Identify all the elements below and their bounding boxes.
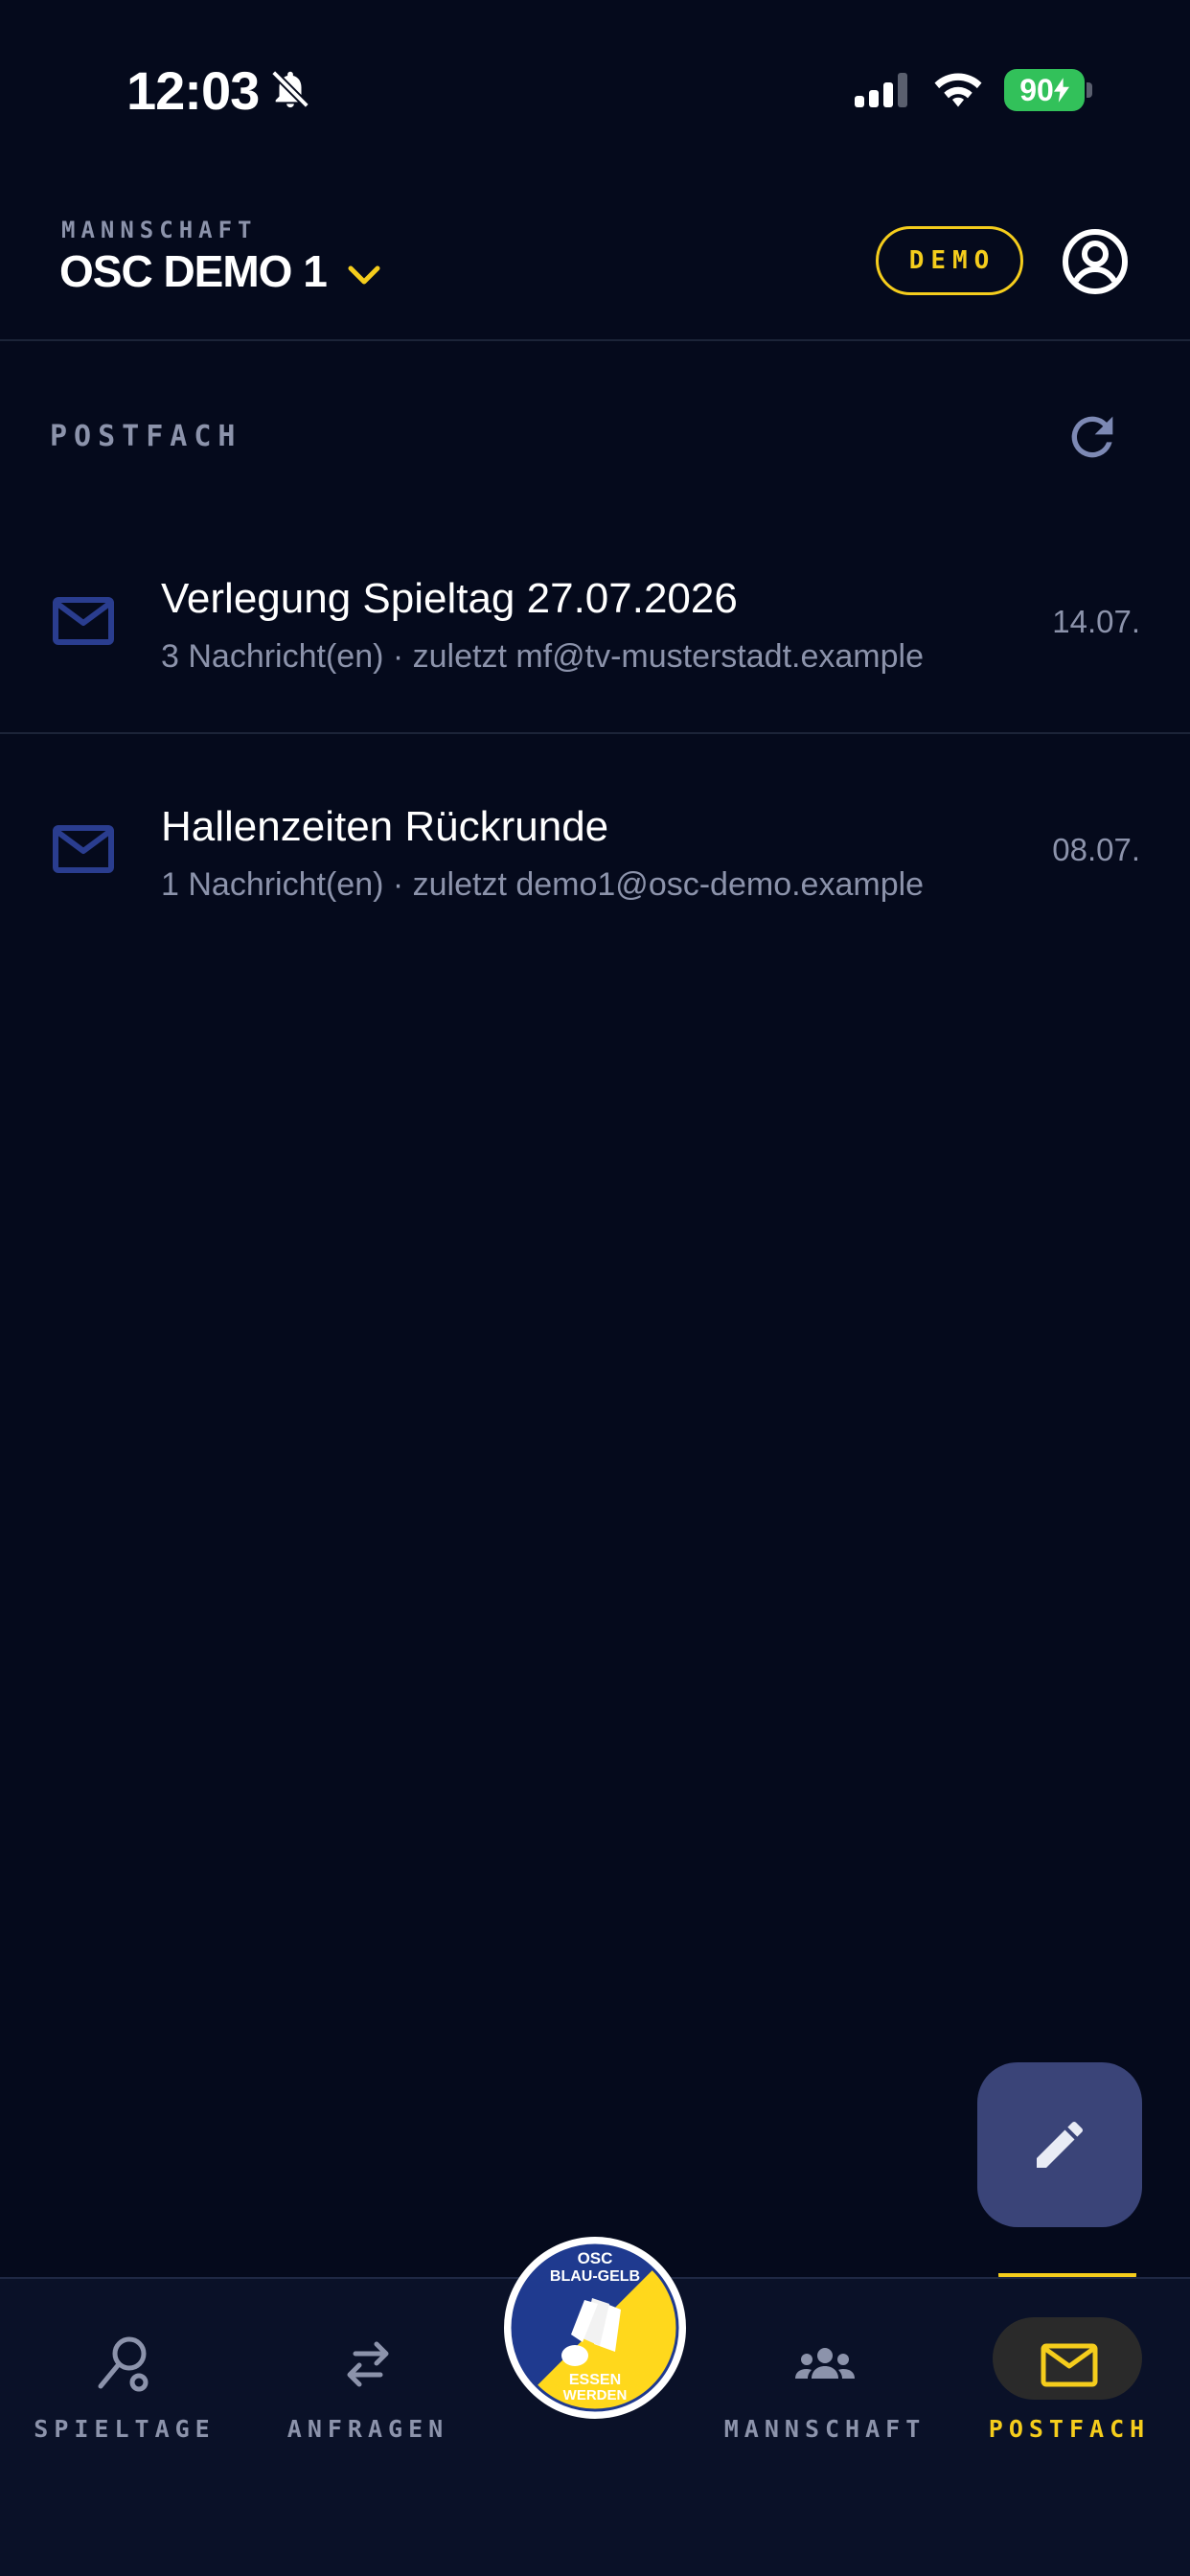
nav-tab-spieltage[interactable]: SPIELTAGE (19, 2279, 230, 2471)
nav-tab-mannschaft[interactable]: MANNSCHAFT (715, 2279, 935, 2471)
battery-level: 90 (1019, 72, 1054, 107)
team-caption: MANNSCHAFT (61, 217, 258, 243)
message-meta: 1 Nachricht(en) · zuletzt demo1@osc-demo… (161, 866, 925, 903)
message-subject: Verlegung Spieltag 27.07.2026 (161, 575, 738, 622)
battery-nub (1087, 82, 1092, 98)
screen: 12:03 90 MANNSCHAFT OSC DEMO 1 DEMO POST… (0, 0, 1190, 2576)
chevron-down-icon[interactable] (345, 261, 383, 289)
club-logo-button[interactable]: OSC BLAU-GELB ESSEN WERDEN (504, 2237, 686, 2419)
logo-mid-text: BLAU-GELB (550, 2268, 640, 2285)
swap-arrows-icon (347, 2341, 389, 2387)
message-date: 08.07. (1052, 832, 1140, 867)
pencil-icon (1037, 2121, 1084, 2168)
nav-label: SPIELTAGE (34, 2415, 216, 2443)
bell-off-icon (271, 70, 309, 108)
compose-button[interactable] (977, 2062, 1142, 2227)
message-date: 14.07. (1052, 604, 1140, 639)
account-circle-icon[interactable] (1060, 226, 1131, 297)
nav-label: MANNSCHAFT (723, 2415, 927, 2443)
wifi-icon (934, 73, 982, 107)
racket-icon (98, 2336, 149, 2392)
mail-icon (1041, 2343, 1098, 2387)
section-title: POSTFACH (50, 420, 242, 453)
app-header: MANNSCHAFT OSC DEMO 1 DEMO (0, 182, 1190, 341)
team-selector[interactable]: OSC DEMO 1 (59, 245, 328, 297)
message-thread-item[interactable]: Hallenzeiten Rückrunde 1 Nachricht(en) ·… (0, 736, 1190, 962)
club-logo: OSC BLAU-GELB ESSEN WERDEN (511, 2243, 679, 2412)
group-icon (795, 2348, 855, 2379)
logo-bottom-text-1: ESSEN (569, 2372, 621, 2388)
status-time: 12:03 (126, 60, 260, 121)
logo-top-text: OSC (578, 2249, 613, 2267)
nav-label: POSTFACH (988, 2415, 1151, 2443)
nav-tab-postfach[interactable]: POSTFACH (964, 2279, 1175, 2471)
message-thread-item[interactable]: Verlegung Spieltag 27.07.2026 3 Nachrich… (0, 508, 1190, 734)
refresh-icon[interactable] (1062, 406, 1123, 468)
nav-label: ANFRAGEN (286, 2415, 449, 2443)
logo-bottom-text-2: WERDEN (563, 2387, 628, 2404)
demo-badge[interactable]: DEMO (876, 226, 1023, 295)
battery-indicator: 90 (1004, 69, 1085, 111)
message-subject: Hallenzeiten Rückrunde (161, 803, 609, 850)
mail-icon (53, 825, 114, 873)
status-bar: 12:03 90 (0, 0, 1190, 182)
cellular-signal-icon (855, 73, 907, 107)
mail-icon (53, 597, 114, 645)
nav-tab-anfragen[interactable]: ANFRAGEN (263, 2279, 473, 2471)
charging-icon (1053, 78, 1069, 103)
message-meta: 3 Nachricht(en) · zuletzt mf@tv-musterst… (161, 638, 924, 675)
